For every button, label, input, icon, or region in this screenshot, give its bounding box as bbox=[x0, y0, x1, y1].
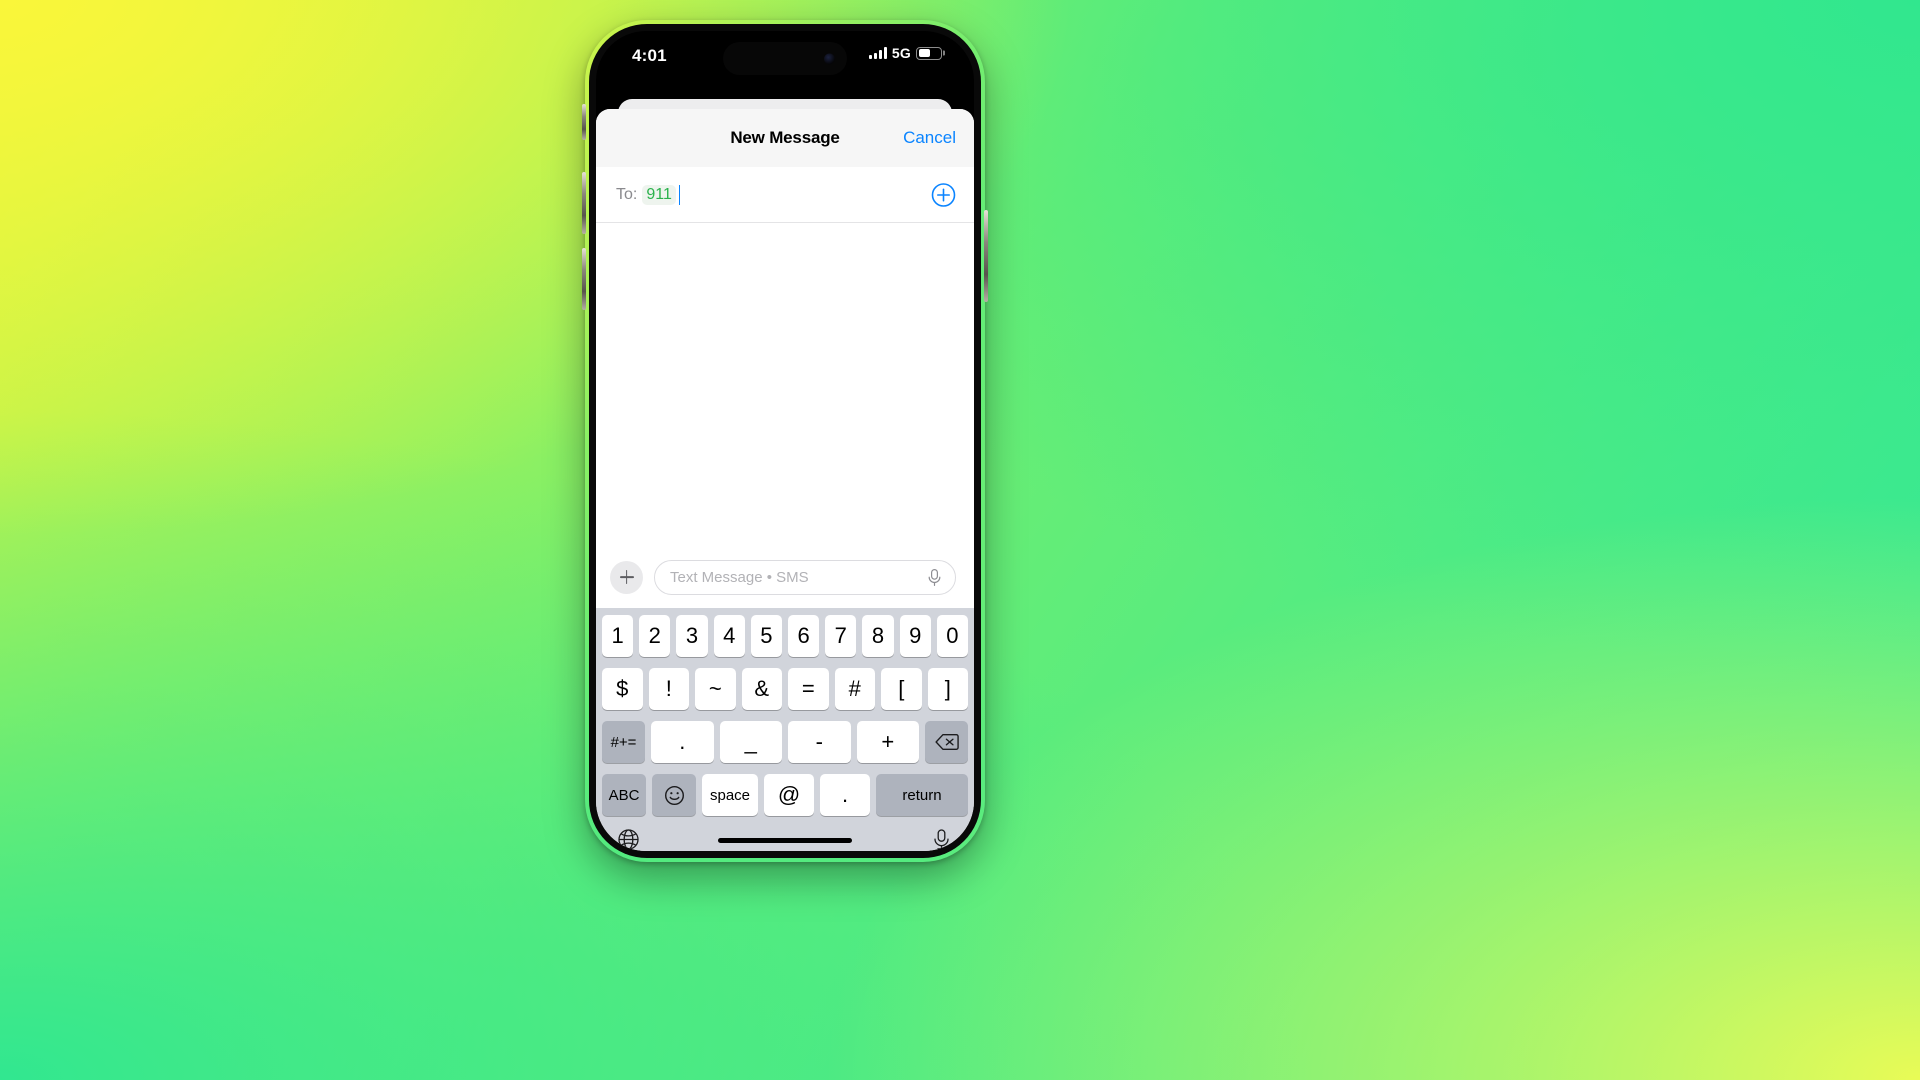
iphone-device: 4:01 5G New Message Cancel To: 911 Text … bbox=[582, 20, 988, 862]
conversation-area bbox=[596, 223, 974, 546]
punctuation-row: #+= . _ - + bbox=[599, 721, 971, 763]
delete-backspace-icon[interactable] bbox=[925, 721, 968, 763]
emoji-smiley-icon[interactable] bbox=[652, 774, 696, 816]
cellular-signal-icon bbox=[868, 47, 887, 59]
message-input[interactable]: Text Message • SMS bbox=[654, 559, 956, 595]
to-label: To: bbox=[616, 185, 638, 203]
key-exclamation[interactable]: ! bbox=[648, 668, 689, 710]
keyboard-bottom-row: ABC space @ . return bbox=[599, 774, 971, 816]
key-plus[interactable]: + bbox=[856, 721, 919, 763]
message-placeholder: Text Message • SMS bbox=[670, 568, 809, 586]
plus-attach-icon[interactable] bbox=[610, 560, 643, 594]
power-button[interactable] bbox=[984, 210, 988, 302]
key-4[interactable]: 4 bbox=[713, 615, 745, 657]
key-return[interactable]: return bbox=[876, 774, 968, 816]
key-7[interactable]: 7 bbox=[825, 615, 857, 657]
key-0[interactable]: 0 bbox=[936, 615, 969, 657]
compose-bar: Text Message • SMS bbox=[596, 546, 974, 608]
text-caret bbox=[678, 184, 681, 205]
key-1[interactable]: 1 bbox=[601, 615, 634, 657]
key-9[interactable]: 9 bbox=[899, 615, 931, 657]
microphone-icon[interactable] bbox=[926, 568, 943, 587]
symbol-row: $ ! ~ & = # [ ] bbox=[599, 668, 971, 710]
cancel-button[interactable]: Cancel bbox=[903, 128, 956, 148]
volume-down-button[interactable] bbox=[582, 248, 586, 310]
volume-up-button[interactable] bbox=[582, 172, 586, 234]
key-hash[interactable]: # bbox=[834, 668, 875, 710]
add-contact-plus-circle-icon[interactable] bbox=[931, 182, 956, 207]
status-indicators: 5G bbox=[868, 45, 945, 61]
key-6[interactable]: 6 bbox=[788, 615, 820, 657]
recipient-row[interactable]: To: 911 bbox=[596, 167, 974, 223]
on-screen-keyboard: 1 2 3 4 5 6 7 8 9 0 $ ! ~ & = # [] #+= … bbox=[596, 608, 974, 851]
key-3[interactable]: 3 bbox=[676, 615, 708, 657]
key-at-sign[interactable]: @ bbox=[764, 774, 814, 816]
recipient-token-911[interactable]: 911 bbox=[642, 184, 676, 205]
key-period-bottom[interactable]: . bbox=[820, 774, 870, 816]
key-period[interactable]: . bbox=[651, 721, 714, 763]
battery-icon bbox=[916, 46, 945, 60]
key-dollar[interactable]: $ bbox=[602, 668, 643, 710]
key-ampersand[interactable]: & bbox=[741, 668, 782, 710]
key-bracket-left[interactable]: [ bbox=[881, 668, 922, 710]
globe-language-icon[interactable] bbox=[617, 828, 640, 851]
battery-fill bbox=[918, 49, 930, 57]
key-abc-switch[interactable]: ABC bbox=[602, 774, 646, 816]
battery-nub bbox=[942, 50, 945, 56]
key-symbols-shift[interactable]: #+= bbox=[602, 721, 645, 763]
keyboard-utility-bar bbox=[599, 827, 971, 851]
key-tilde[interactable]: ~ bbox=[695, 668, 736, 710]
camera-lens-icon bbox=[824, 53, 835, 64]
microphone-dictation-icon[interactable] bbox=[930, 828, 953, 851]
status-time: 4:01 bbox=[632, 46, 667, 65]
navigation-bar: New Message Cancel bbox=[596, 109, 974, 167]
key-space[interactable]: space bbox=[702, 774, 758, 816]
action-button[interactable] bbox=[582, 104, 586, 140]
device-screen: 4:01 5G New Message Cancel To: 911 Text … bbox=[596, 31, 974, 851]
key-5[interactable]: 5 bbox=[750, 615, 782, 657]
number-row: 1 2 3 4 5 6 7 8 9 0 bbox=[599, 615, 971, 657]
page-title: New Message bbox=[730, 128, 840, 147]
key-hyphen[interactable]: - bbox=[788, 721, 851, 763]
home-indicator[interactable] bbox=[718, 838, 852, 843]
key-bracket-right[interactable]: ] bbox=[927, 668, 968, 710]
new-message-sheet: New Message Cancel To: 911 Text Message … bbox=[596, 109, 974, 851]
key-equals[interactable]: = bbox=[788, 668, 829, 710]
status-bar: 4:01 5G bbox=[596, 31, 974, 89]
key-underscore[interactable]: _ bbox=[719, 721, 782, 763]
dynamic-island bbox=[723, 42, 847, 75]
key-8[interactable]: 8 bbox=[862, 615, 894, 657]
key-2[interactable]: 2 bbox=[639, 615, 671, 657]
network-type-label: 5G bbox=[891, 45, 911, 61]
